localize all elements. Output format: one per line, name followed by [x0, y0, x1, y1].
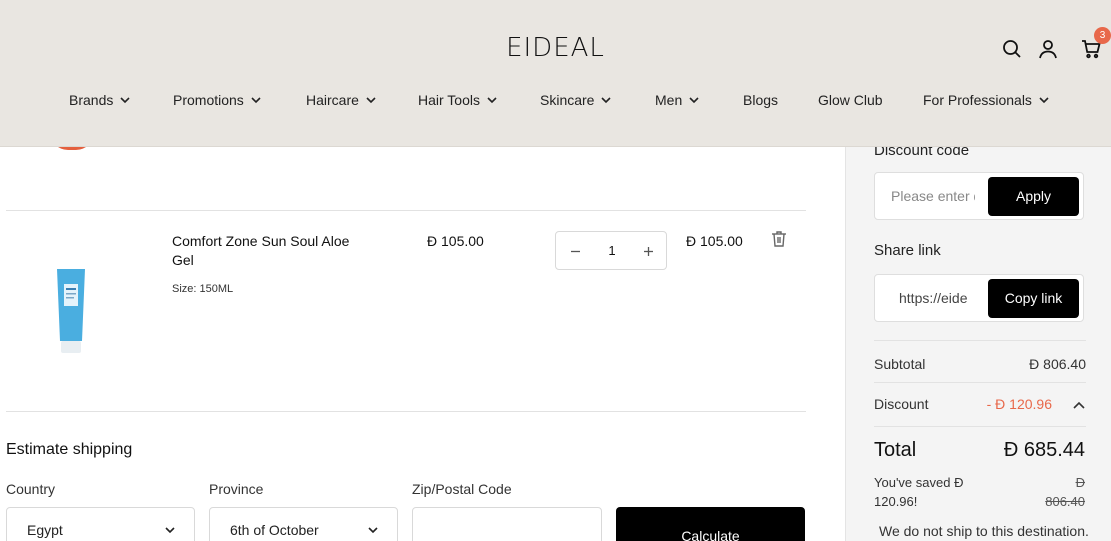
- zip-label: Zip/Postal Code: [412, 481, 512, 497]
- zip-input[interactable]: [412, 507, 602, 541]
- summary-divider: [874, 340, 1086, 341]
- decrease-quantity-button[interactable]: [565, 241, 585, 261]
- chevron-down-icon: [251, 97, 261, 104]
- nav-glow-club[interactable]: Glow Club: [818, 92, 883, 108]
- subtotal-value: Ð 806.40: [1029, 356, 1086, 372]
- chevron-down-icon: [366, 97, 376, 104]
- nav-label: Promotions: [173, 92, 244, 108]
- chevron-down-icon: [1039, 97, 1049, 104]
- apply-button[interactable]: Apply: [988, 177, 1079, 216]
- chevron-down-icon: [487, 97, 497, 104]
- nav-haircare[interactable]: Haircare: [306, 92, 377, 108]
- total-value: Ð 685.44: [1003, 439, 1085, 461]
- country-select[interactable]: Egypt: [6, 507, 195, 541]
- search-icon[interactable]: [1000, 37, 1024, 61]
- chevron-down-icon: [120, 97, 130, 104]
- copy-link-button[interactable]: Copy link: [988, 279, 1079, 318]
- plus-icon: [643, 246, 653, 256]
- chevron-down-icon: [165, 527, 175, 534]
- total-label: Total: [874, 439, 917, 461]
- discount-row[interactable]: Discount - Ð 120.96: [874, 396, 1086, 412]
- nav-brands[interactable]: Brands: [69, 92, 131, 108]
- quantity-stepper: 1: [555, 231, 667, 270]
- row-divider: [6, 210, 806, 211]
- site-header: EIDEAL 3 Brands Promotions Haircare Hair…: [0, 0, 1111, 147]
- province-select[interactable]: 6th of October: [209, 507, 398, 541]
- row-divider: [6, 411, 806, 412]
- nav-label: Brands: [69, 92, 114, 108]
- user-icon[interactable]: [1036, 37, 1060, 61]
- nav-blogs[interactable]: Blogs: [743, 92, 778, 108]
- calculate-button[interactable]: Calculate: [616, 507, 805, 541]
- nav-label: Skincare: [540, 92, 595, 108]
- province-value: 6th of October: [230, 522, 319, 538]
- saved-amount: You've saved Ð 120.96!: [874, 475, 964, 509]
- line-total: Ð 105.00: [686, 233, 743, 249]
- chevron-down-icon: [689, 97, 699, 104]
- nav-label: Haircare: [306, 92, 359, 108]
- original-price-value: 806.40: [1045, 494, 1085, 509]
- nav-men[interactable]: Men: [655, 92, 700, 108]
- discount-code-input[interactable]: [891, 188, 975, 204]
- share-link-value[interactable]: https://eide: [899, 290, 968, 306]
- country-label: Country: [6, 481, 56, 497]
- share-link-field: https://eide Copy link: [874, 274, 1084, 322]
- nav-label: Blogs: [743, 92, 779, 108]
- nav-for-professionals[interactable]: For Professionals: [923, 92, 1050, 108]
- chevron-down-icon: [601, 97, 612, 104]
- original-price-currency: Ð: [1075, 475, 1085, 490]
- logo[interactable]: EIDEAL: [0, 33, 1111, 63]
- nav-promotions[interactable]: Promotions: [173, 92, 262, 108]
- nav-hair-tools[interactable]: Hair Tools: [418, 92, 498, 108]
- province-label: Province: [209, 481, 264, 497]
- original-price: Ð 806.40: [1045, 473, 1085, 511]
- product-image[interactable]: [52, 266, 90, 356]
- quantity-value[interactable]: 1: [596, 243, 628, 258]
- summary-divider: [874, 426, 1086, 427]
- subtotal-row: Subtotal Ð 806.40: [874, 356, 1086, 372]
- unit-price: Ð 105.00: [427, 233, 484, 249]
- subtotal-label: Subtotal: [874, 356, 926, 372]
- discount-row-label: Discount: [874, 396, 929, 412]
- shipping-message: We do not ship to this destination.: [879, 523, 1089, 539]
- country-value: Egypt: [27, 522, 63, 538]
- order-summary: Discount code Apply Share link https://e…: [845, 142, 1111, 541]
- nav-label: Men: [655, 92, 683, 108]
- nav-label: Glow Club: [818, 92, 883, 108]
- product-name[interactable]: Comfort Zone Sun Soul Aloe Gel: [172, 232, 372, 270]
- main-nav: Brands Promotions Haircare Hair Tools Sk…: [0, 92, 1111, 112]
- cart-count-badge: 3: [1094, 27, 1111, 44]
- product-size: Size: 150ML: [172, 283, 234, 295]
- chevron-down-icon: [368, 527, 378, 534]
- discount-row-value: - Ð 120.96: [986, 396, 1052, 412]
- summary-divider: [874, 382, 1086, 383]
- nav-label: For Professionals: [923, 92, 1032, 108]
- trash-icon[interactable]: [769, 229, 789, 249]
- nav-skincare[interactable]: Skincare: [540, 92, 612, 108]
- discount-code-field: Apply: [874, 172, 1084, 220]
- nav-label: Hair Tools: [418, 92, 480, 108]
- share-link-label: Share link: [874, 242, 941, 259]
- increase-quantity-button[interactable]: [638, 241, 658, 261]
- estimate-shipping-title: Estimate shipping: [6, 441, 133, 458]
- chevron-up-icon[interactable]: [1072, 398, 1086, 412]
- minus-icon: [570, 250, 580, 252]
